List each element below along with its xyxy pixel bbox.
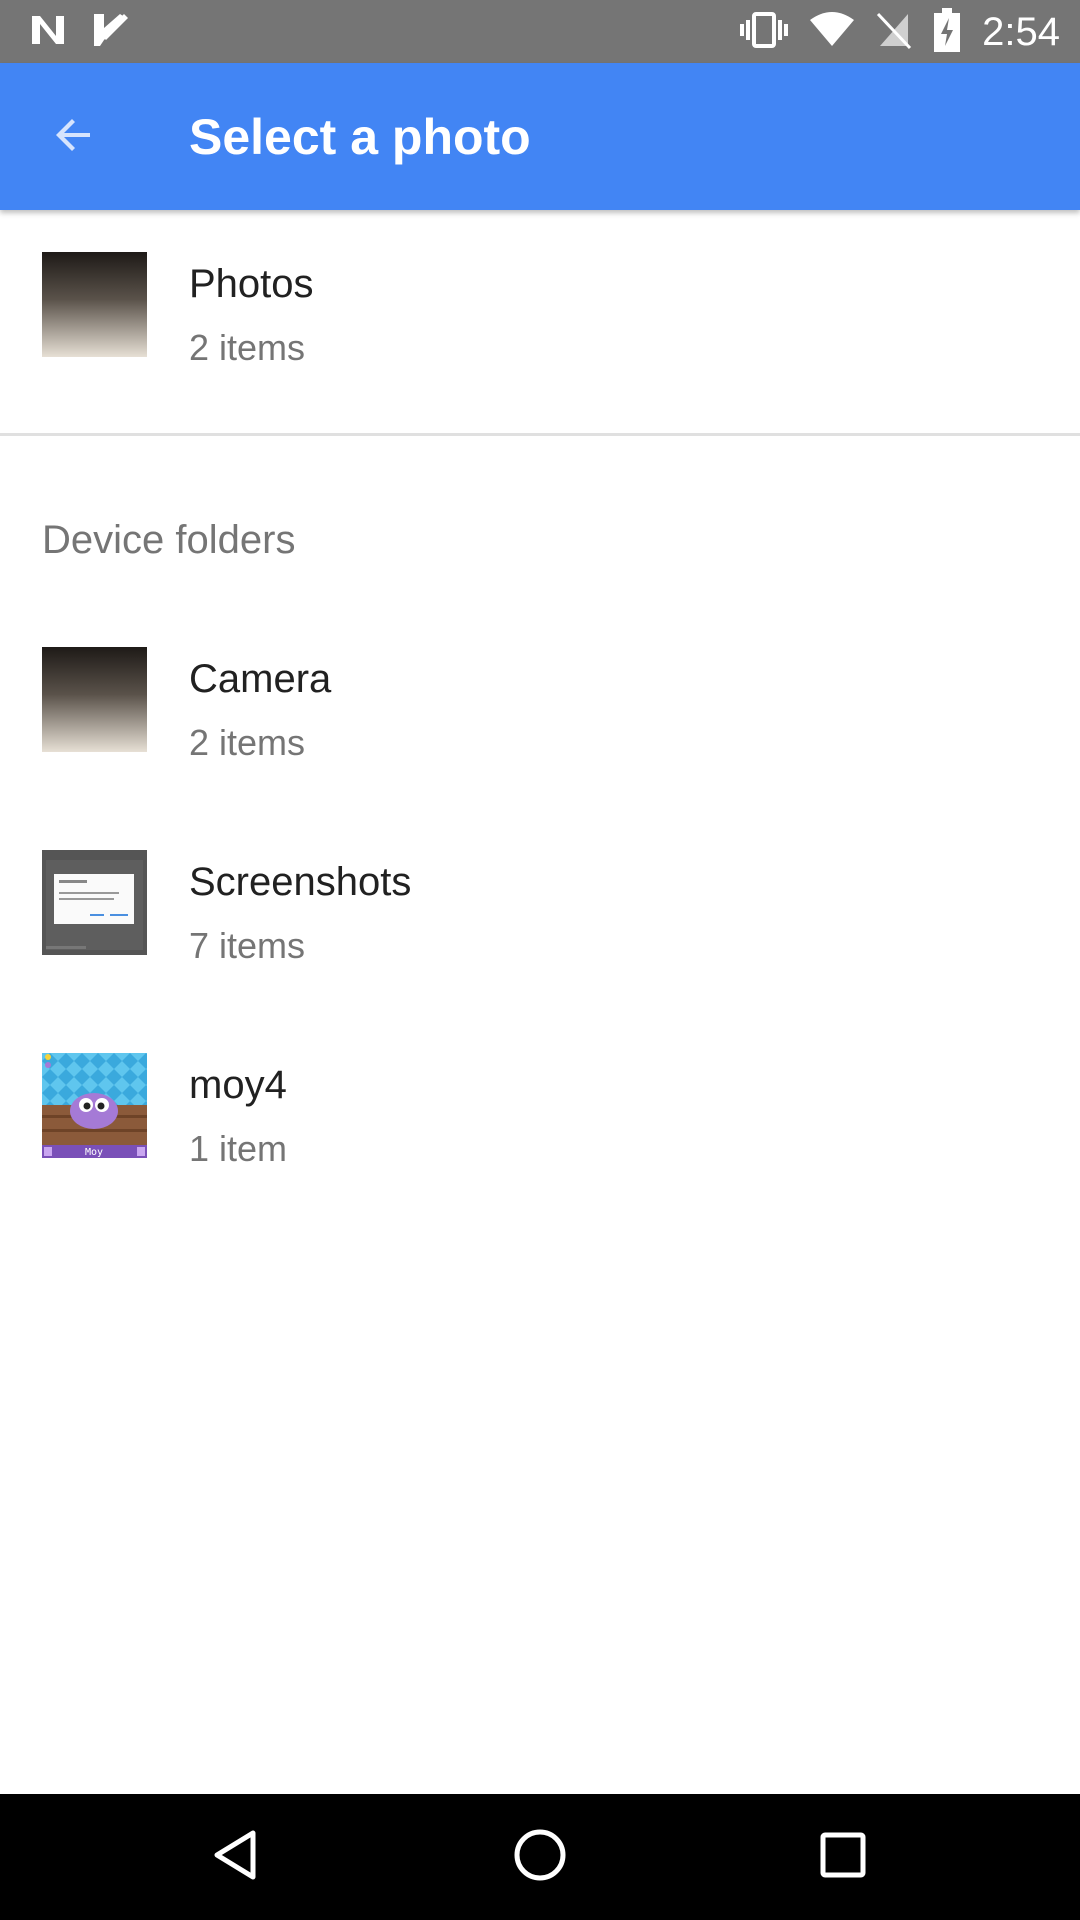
status-time: 2:54: [982, 10, 1060, 54]
folder-title: Screenshots: [189, 860, 412, 904]
app-bar: Select a photo: [0, 63, 1080, 210]
home-circle-icon: [513, 1828, 567, 1887]
recents-square-icon: [819, 1831, 867, 1884]
folder-row-screenshots[interactable]: Screenshots 7 items: [0, 808, 1080, 1008]
album-count: 2 items: [189, 327, 306, 368]
album-row-photos[interactable]: Photos 2 items: [0, 210, 1080, 410]
folder-row-camera[interactable]: Camera 2 items: [0, 605, 1080, 805]
page-title: Select a photo: [189, 109, 531, 165]
folder-thumbnail: [42, 647, 147, 752]
navigation-bar: [0, 1794, 1080, 1920]
wifi-icon: [810, 12, 855, 53]
arrow-back-icon: [50, 111, 98, 164]
nav-recents-button[interactable]: [810, 1824, 876, 1890]
moy-thumb-text: Moy: [85, 1147, 103, 1158]
vibrate-icon: [740, 10, 789, 55]
battery-charging-icon: [934, 8, 961, 57]
section-header: Device folders: [42, 518, 296, 562]
folder-count: 1 item: [189, 1128, 288, 1169]
folder-thumbnail: [42, 850, 147, 955]
album-thumbnail: [42, 252, 147, 357]
folder-count: 2 items: [189, 722, 306, 763]
check-notification-icon: [90, 10, 130, 55]
back-triangle-icon: [211, 1829, 259, 1886]
nav-home-button[interactable]: [507, 1824, 573, 1890]
n-notification-icon: [28, 10, 68, 55]
folder-row-moy4[interactable]: Moy moy4 1 item: [0, 1011, 1080, 1211]
no-sim-icon: [876, 10, 912, 55]
folder-title: moy4: [189, 1063, 287, 1107]
back-button[interactable]: [36, 99, 112, 175]
album-title: Photos: [189, 262, 314, 306]
status-bar: 2:54: [0, 0, 1080, 63]
divider: [0, 433, 1080, 436]
folder-thumbnail: Moy: [42, 1053, 147, 1158]
nav-back-button[interactable]: [202, 1824, 268, 1890]
folder-count: 7 items: [189, 925, 306, 966]
folder-title: Camera: [189, 657, 332, 701]
